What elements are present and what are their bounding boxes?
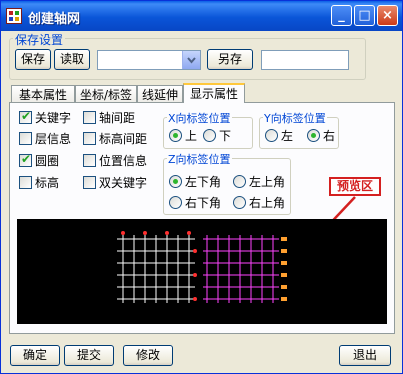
radio-y-left-label: 左 — [281, 129, 294, 143]
preview-canvas — [17, 219, 387, 324]
title-bar[interactable]: 创建轴网 _ □ × — [1, 1, 402, 31]
settings-select[interactable] — [97, 50, 201, 70]
dropdown-arrow-icon[interactable] — [182, 51, 200, 69]
axis-label-markers — [121, 231, 197, 301]
checkbox-position-info[interactable] — [83, 154, 96, 167]
checkbox-keyword[interactable]: ✔ — [19, 109, 32, 124]
grid-2 — [203, 235, 279, 303]
maximize-button[interactable]: □ — [354, 5, 375, 26]
modify-button[interactable]: 修改 — [123, 345, 173, 366]
save-name-input[interactable] — [261, 50, 349, 70]
radio-dot-icon — [173, 179, 178, 184]
checkbox-axis-spacing-label: 轴间距 — [99, 111, 136, 125]
radio-z-top-left-label: 左上角 — [249, 175, 286, 189]
radio-z-top-right-label: 右上角 — [249, 196, 286, 210]
close-button[interactable]: × — [377, 5, 398, 26]
checkbox-elevation[interactable] — [19, 176, 32, 189]
radio-z-bottom-right[interactable] — [169, 196, 182, 209]
radio-x-bottom-label: 下 — [219, 129, 232, 143]
y-label-position-title: Y向标签位置 — [263, 110, 327, 126]
radio-y-right[interactable] — [307, 129, 320, 142]
radio-y-right-label: 右 — [323, 129, 336, 143]
exit-button[interactable]: 退出 — [339, 345, 391, 366]
checkbox-elevation-label: 标高 — [35, 176, 60, 190]
checkbox-layer-info-label: 层信息 — [35, 132, 72, 146]
grid-preview-drawing — [117, 231, 287, 303]
radio-dot-icon — [311, 133, 316, 138]
radio-y-left[interactable] — [265, 129, 278, 142]
tab-coordinates[interactable]: 坐标/标签 — [75, 85, 137, 103]
radio-z-bottom-right-label: 右下角 — [185, 196, 222, 210]
create-axis-grid-window: 创建轴网 _ □ × 保存设置 保存 读取 另存 基本属性 坐标/标签 线延伸 … — [0, 0, 403, 374]
save-settings-title: 保存设置 — [13, 31, 66, 48]
checkbox-position-info-label: 位置信息 — [99, 154, 148, 168]
radio-z-top-left[interactable] — [233, 175, 246, 188]
save-button[interactable]: 保存 — [15, 49, 51, 70]
window-title: 创建轴网 — [28, 12, 81, 27]
submit-button[interactable]: 提交 — [64, 345, 114, 366]
checkbox-elevation-spacing-label: 标高间距 — [99, 132, 148, 146]
y-label-markers — [281, 237, 287, 301]
checkbox-circle-label: 圆圈 — [35, 154, 60, 168]
radio-dot-icon — [173, 133, 178, 138]
checkbox-axis-spacing[interactable] — [83, 111, 96, 124]
check-icon: ✔ — [21, 109, 32, 123]
tab-basic[interactable]: 基本属性 — [11, 85, 75, 103]
tab-display[interactable]: 显示属性 — [183, 83, 245, 103]
minimize-button[interactable]: _ — [331, 5, 352, 26]
checkbox-elevation-spacing[interactable] — [83, 132, 96, 145]
tab-line-extend[interactable]: 线延伸 — [137, 85, 183, 103]
checkbox-double-keyword[interactable] — [83, 176, 96, 189]
x-label-position-title: X向标签位置 — [167, 110, 232, 126]
radio-z-bottom-left-label: 左下角 — [185, 175, 222, 189]
check-icon: ✔ — [21, 152, 32, 166]
ok-button[interactable]: 确定 — [10, 345, 60, 366]
read-button[interactable]: 读取 — [54, 49, 90, 70]
checkbox-layer-info[interactable] — [19, 132, 32, 145]
radio-z-bottom-left[interactable] — [169, 175, 182, 188]
radio-x-bottom[interactable] — [203, 129, 216, 142]
save-as-button[interactable]: 另存 — [207, 49, 253, 70]
checkbox-double-keyword-label: 双关键字 — [99, 176, 148, 190]
radio-x-top[interactable] — [169, 129, 182, 142]
radio-x-top-label: 上 — [185, 129, 198, 143]
checkbox-keyword-label: 关键字 — [35, 111, 72, 125]
z-label-position-title: Z向标签位置 — [167, 151, 232, 167]
app-icon — [6, 8, 22, 24]
grid-1 — [117, 235, 195, 303]
checkbox-circle[interactable]: ✔ — [19, 152, 32, 167]
radio-z-top-right[interactable] — [233, 196, 246, 209]
